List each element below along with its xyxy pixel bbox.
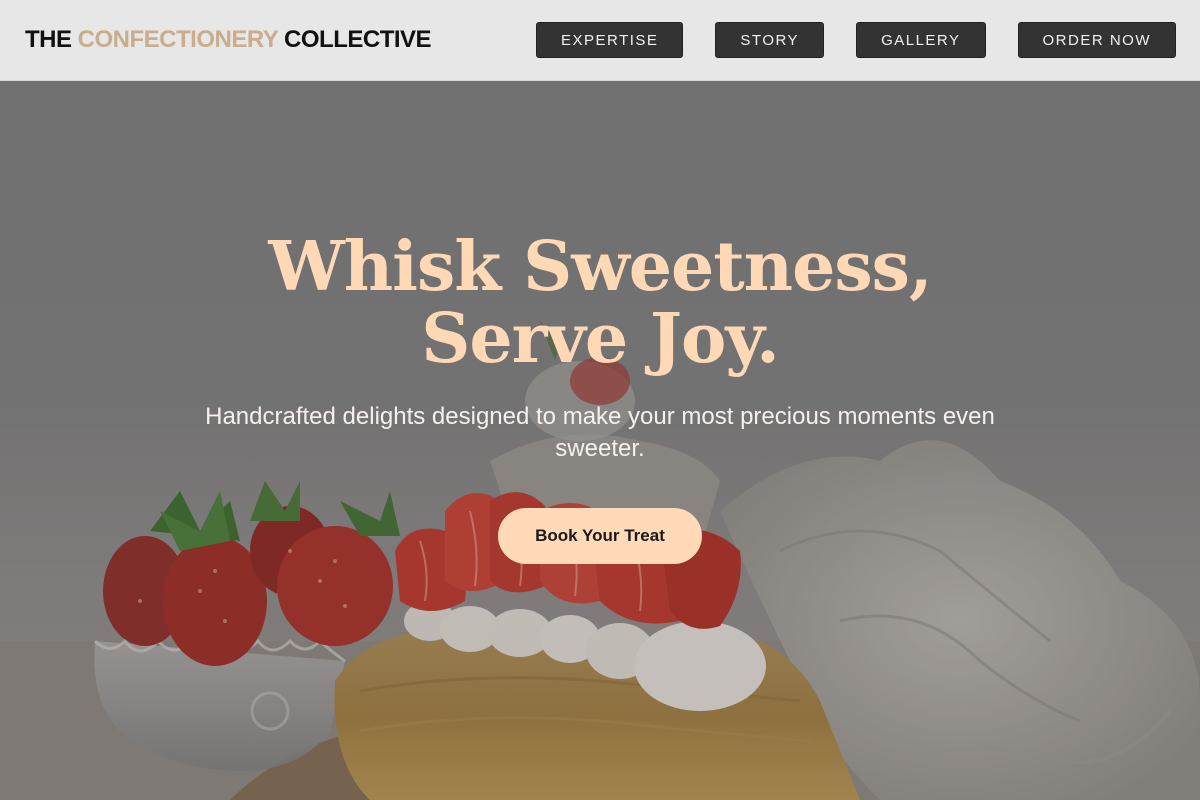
main-nav: EXPERTISE STORY GALLERY ORDER NOW: [536, 22, 1176, 58]
nav-gallery-button[interactable]: GALLERY: [856, 22, 986, 58]
brand-accent: CONFECTIONERY: [77, 26, 279, 53]
hero-section: Whisk Sweetness, Serve Joy. Handcrafted …: [0, 81, 1200, 800]
brand-logo[interactable]: THE CONFECTIONERY COLLECTIVE: [25, 26, 432, 54]
brand-suffix: COLLECTIVE: [277, 26, 432, 53]
hero-headline-line-1: Whisk Sweetness,: [268, 227, 932, 307]
book-your-treat-button[interactable]: Book Your Treat: [498, 508, 702, 564]
hero-subheading: Handcrafted delights designed to make yo…: [205, 403, 995, 462]
hero-headline: Whisk Sweetness, Serve Joy.: [0, 231, 1200, 375]
nav-story-button[interactable]: STORY: [715, 22, 825, 58]
brand-prefix: THE: [25, 26, 78, 53]
hero-headline-line-2: Serve Joy.: [421, 299, 780, 379]
nav-expertise-button[interactable]: EXPERTISE: [536, 22, 684, 58]
nav-order-now-button[interactable]: ORDER NOW: [1017, 22, 1176, 58]
site-header: THE CONFECTIONERY COLLECTIVE EXPERTISE S…: [0, 0, 1200, 81]
